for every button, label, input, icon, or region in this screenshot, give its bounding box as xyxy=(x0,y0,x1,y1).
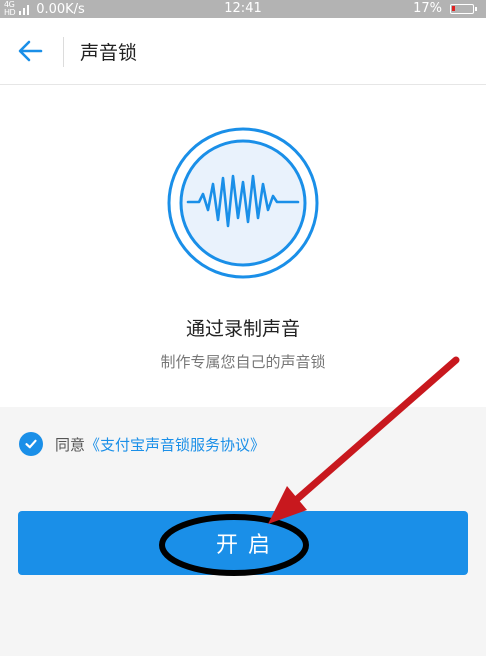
arrow-left-icon xyxy=(18,40,43,62)
hero-title: 通过录制声音 xyxy=(185,318,300,340)
header-divider xyxy=(63,37,64,67)
agreement-row: 同意 《支付宝声音锁服务协议》 xyxy=(19,432,265,456)
agreement-prefix: 同意 xyxy=(55,435,86,454)
enable-button[interactable]: 开启 xyxy=(18,511,468,575)
sound-wave-icon xyxy=(167,127,319,279)
battery-status: 17% xyxy=(413,1,477,16)
back-button[interactable] xyxy=(12,36,46,66)
hero-subtitle: 制作专属您自己的声音锁 xyxy=(160,353,326,371)
agreement-link[interactable]: 《支付宝声音锁服务协议》 xyxy=(85,434,265,455)
page-title: 声音锁 xyxy=(80,42,138,64)
battery-icon xyxy=(450,3,477,14)
check-icon xyxy=(25,439,37,449)
intro-panel: 通过录制声音 制作专属您自己的声音锁 xyxy=(0,85,486,407)
header-bar: 声音锁 xyxy=(0,18,486,85)
status-bar: 4G HD 0.00K/s 12:41 17% xyxy=(0,0,486,18)
battery-percent: 17% xyxy=(413,1,442,16)
agreement-checkbox[interactable] xyxy=(19,432,43,456)
